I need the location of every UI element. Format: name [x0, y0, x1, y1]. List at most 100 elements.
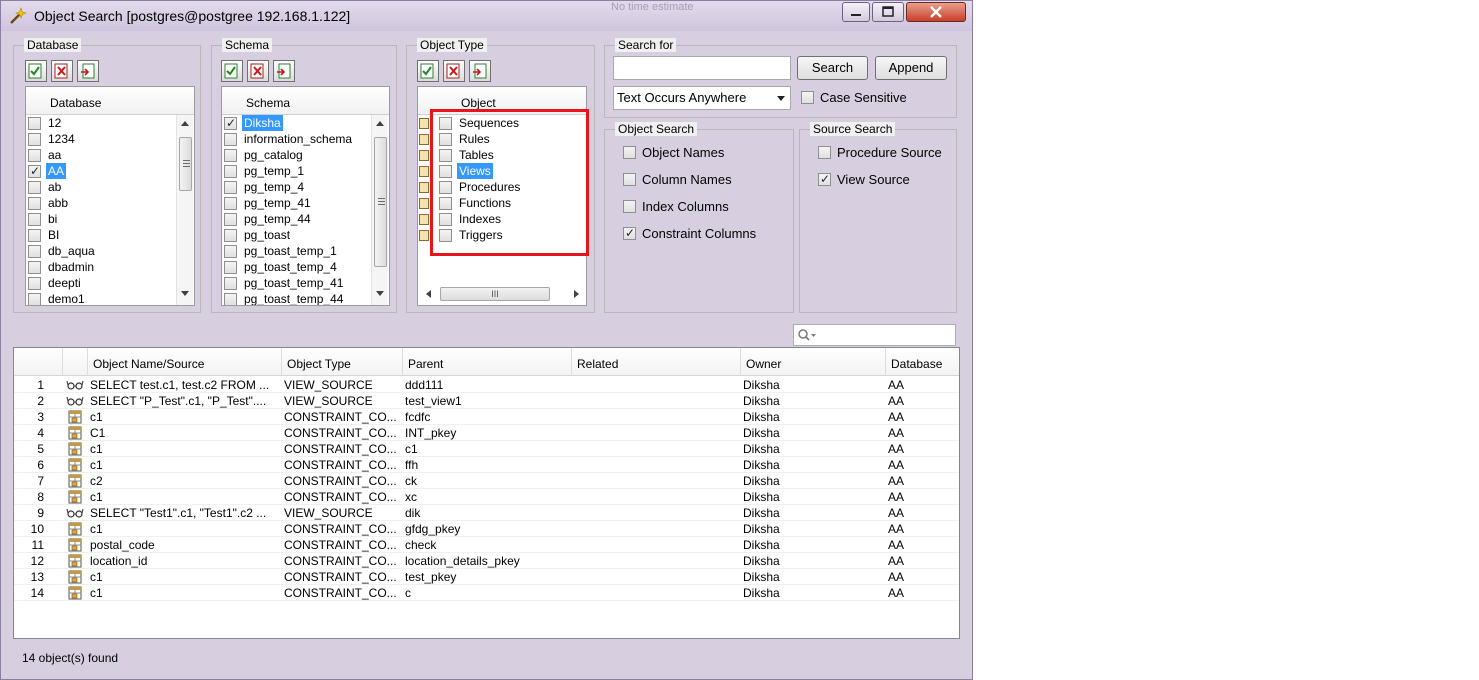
- item-checkbox[interactable]: [28, 293, 41, 305]
- list-item[interactable]: BI: [26, 227, 176, 243]
- results-filter-input[interactable]: [793, 324, 956, 346]
- item-checkbox[interactable]: [224, 293, 237, 305]
- schema-refresh-button[interactable]: [273, 60, 295, 82]
- object-type-hscroll-thumb[interactable]: III: [440, 287, 550, 301]
- option-checkbox[interactable]: [623, 173, 636, 186]
- scroll-down-icon[interactable]: [181, 291, 189, 296]
- schema-scroll-thumb[interactable]: [374, 137, 387, 267]
- item-checkbox[interactable]: [28, 261, 41, 274]
- search-button[interactable]: Search: [797, 56, 868, 80]
- list-item[interactable]: pg_toast_temp_44: [222, 291, 372, 305]
- table-row[interactable]: 4 C1 CONSTRAINT_CO... INT_pkey Diksha AA: [14, 425, 959, 441]
- column-header-database[interactable]: Database: [886, 348, 959, 376]
- table-row[interactable]: 10 c1 CONSTRAINT_CO... gfdg_pkey Diksha AA: [14, 521, 959, 537]
- list-item[interactable]: 12: [26, 115, 176, 131]
- column-header-object-type[interactable]: Object Type: [282, 348, 403, 376]
- maximize-button[interactable]: [872, 2, 904, 22]
- list-item[interactable]: pg_temp_44: [222, 211, 372, 227]
- item-checkbox[interactable]: [224, 245, 237, 258]
- object-column-header[interactable]: Object: [461, 96, 496, 110]
- item-checkbox[interactable]: [28, 245, 41, 258]
- item-checkbox[interactable]: [224, 197, 237, 210]
- list-item[interactable]: pg_toast_temp_4: [222, 259, 372, 275]
- schema-list[interactable]: Schema Dikshainformation_schema pg_catalo…: [221, 86, 390, 306]
- item-checkbox[interactable]: [28, 181, 41, 194]
- scroll-up-icon[interactable]: [376, 121, 384, 126]
- object-type-refresh-button[interactable]: [469, 60, 491, 82]
- database-list[interactable]: Database 12 1234 aaAAab abb bi BI db_aquadbadm…: [25, 86, 195, 306]
- database-scrollbar[interactable]: [176, 115, 193, 305]
- results-grid[interactable]: Object Name/Source Object Type Parent Re…: [13, 347, 960, 639]
- case-sensitive-checkbox[interactable]: [801, 91, 814, 104]
- item-checkbox[interactable]: [28, 229, 41, 242]
- table-row[interactable]: 12 location_id CONSTRAINT_CO... location_de…: [14, 553, 959, 569]
- append-button[interactable]: Append: [875, 56, 947, 80]
- database-column-header[interactable]: Database: [50, 96, 101, 110]
- list-item[interactable]: Diksha: [222, 115, 372, 131]
- item-checkbox[interactable]: [224, 149, 237, 162]
- table-row[interactable]: 7 c2 CONSTRAINT_CO... ck Diksha AA: [14, 473, 959, 489]
- item-checkbox[interactable]: [224, 115, 237, 131]
- option-checkbox[interactable]: [623, 225, 636, 241]
- schema-column-header[interactable]: Schema: [246, 96, 290, 110]
- item-checkbox[interactable]: [28, 149, 41, 162]
- column-header-related[interactable]: Related: [572, 348, 741, 376]
- table-row[interactable]: 5 c1 CONSTRAINT_CO... c1 Diksha AA: [14, 441, 959, 457]
- table-row[interactable]: 8 c1 CONSTRAINT_CO... xc Diksha AA: [14, 489, 959, 505]
- column-header-parent[interactable]: Parent: [403, 348, 572, 376]
- list-item[interactable]: bi: [26, 211, 176, 227]
- item-checkbox[interactable]: [224, 229, 237, 242]
- list-item[interactable]: pg_toast_temp_41: [222, 275, 372, 291]
- item-checkbox[interactable]: [28, 117, 41, 130]
- list-item[interactable]: pg_toast: [222, 227, 372, 243]
- option-checkbox[interactable]: [623, 200, 636, 213]
- scroll-left-icon[interactable]: [426, 290, 431, 298]
- list-item[interactable]: pg_temp_4: [222, 179, 372, 195]
- list-item[interactable]: pg_toast_temp_1: [222, 243, 372, 259]
- item-checkbox[interactable]: [224, 261, 237, 274]
- item-checkbox[interactable]: [224, 165, 237, 178]
- list-item[interactable]: deepti: [26, 275, 176, 291]
- schema-check-all-button[interactable]: [221, 60, 243, 82]
- match-mode-select[interactable]: Text Occurs Anywhere: [613, 86, 791, 110]
- list-item[interactable]: pg_catalog: [222, 147, 372, 163]
- table-row[interactable]: 2 SELECT "P_Test".c1, "P_Test".... VIEW_SO…: [14, 393, 959, 409]
- item-checkbox[interactable]: [28, 277, 41, 290]
- table-row[interactable]: 6 c1 CONSTRAINT_CO... ffh Diksha AA: [14, 457, 959, 473]
- list-item[interactable]: information_schema: [222, 131, 372, 147]
- title-bar[interactable]: Object Search [postgres@postgree 192.168…: [1, 1, 972, 31]
- item-checkbox[interactable]: [224, 213, 237, 226]
- minimize-button[interactable]: [842, 2, 870, 22]
- item-checkbox[interactable]: [28, 197, 41, 210]
- close-button[interactable]: [906, 2, 966, 22]
- scroll-up-icon[interactable]: [181, 121, 189, 126]
- list-item[interactable]: abb: [26, 195, 176, 211]
- option-checkbox[interactable]: [623, 146, 636, 159]
- object-type-uncheck-all-button[interactable]: [443, 60, 465, 82]
- list-item[interactable]: 1234: [26, 131, 176, 147]
- scroll-right-icon[interactable]: [574, 290, 579, 298]
- column-header-object-name[interactable]: Object Name/Source: [88, 348, 282, 376]
- database-refresh-button[interactable]: [77, 60, 99, 82]
- list-item[interactable]: aa: [26, 147, 176, 163]
- table-row[interactable]: 9 SELECT "Test1".c1, "Test1".c2 ... VIEW_S…: [14, 505, 959, 521]
- list-item[interactable]: pg_temp_1: [222, 163, 372, 179]
- option-checkbox[interactable]: [818, 171, 831, 187]
- schema-scrollbar[interactable]: [371, 115, 388, 305]
- list-item[interactable]: dbadmin: [26, 259, 176, 275]
- search-text-input[interactable]: [613, 56, 791, 80]
- table-row[interactable]: 11 postal_code CONSTRAINT_CO... check Diksha…: [14, 537, 959, 553]
- list-item[interactable]: ab: [26, 179, 176, 195]
- list-item[interactable]: pg_temp_41: [222, 195, 372, 211]
- table-row[interactable]: 14 c1 CONSTRAINT_CO... c Diksha AA: [14, 585, 959, 601]
- database-scroll-thumb[interactable]: [179, 137, 192, 191]
- item-checkbox[interactable]: [224, 277, 237, 290]
- object-type-check-all-button[interactable]: [417, 60, 439, 82]
- schema-uncheck-all-button[interactable]: [247, 60, 269, 82]
- item-checkbox[interactable]: [28, 133, 41, 146]
- list-item[interactable]: demo1: [26, 291, 176, 305]
- item-checkbox[interactable]: [224, 133, 237, 146]
- list-item[interactable]: AA: [26, 163, 176, 179]
- item-checkbox[interactable]: [28, 213, 41, 226]
- database-uncheck-all-button[interactable]: [51, 60, 73, 82]
